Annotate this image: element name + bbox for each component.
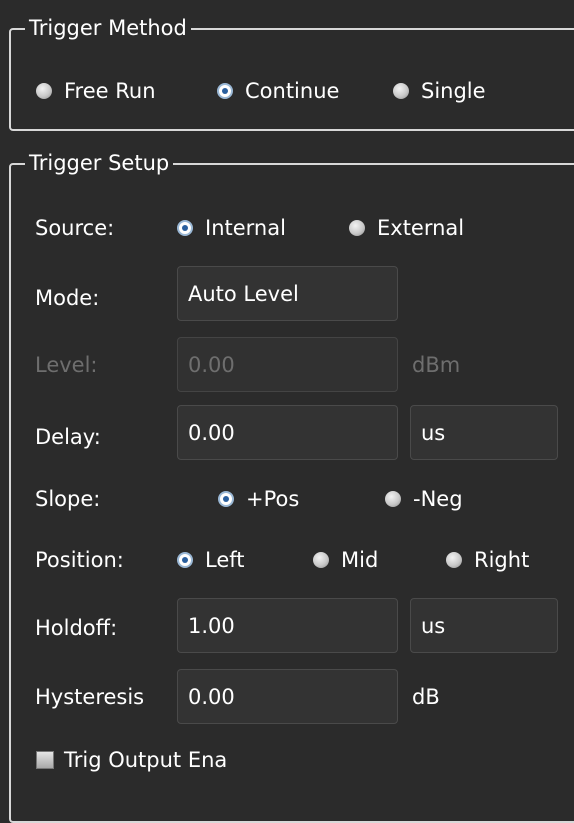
radio-indicator-icon — [446, 552, 462, 568]
radio-label: External — [377, 216, 465, 240]
trig-output-enable-checkbox[interactable]: Trig Output Ena — [36, 746, 261, 774]
radio-slope-pos[interactable]: +Pos — [218, 485, 299, 513]
trigger-method-title: Trigger Method — [25, 15, 191, 41]
radio-indicator-icon — [393, 83, 409, 99]
delay-unit-value: us — [421, 420, 446, 445]
holdoff-label: Holdoff: — [35, 616, 118, 640]
radio-indicator-icon — [349, 220, 365, 236]
radio-label: Left — [205, 548, 245, 572]
delay-value: 0.00 — [188, 420, 235, 445]
source-label: Source: — [35, 216, 115, 240]
radio-indicator-icon — [313, 552, 329, 568]
radio-label: Free Run — [64, 79, 156, 103]
mode-select[interactable]: Auto Level — [177, 266, 398, 321]
level-label: Level: — [35, 353, 98, 377]
hysteresis-value: 0.00 — [188, 684, 235, 709]
level-unit: dBm — [412, 353, 461, 377]
delay-label: Delay: — [35, 425, 101, 449]
radio-position-mid[interactable]: Mid — [313, 546, 378, 574]
holdoff-unit-value: us — [421, 613, 446, 638]
radio-selected-icon — [218, 491, 234, 507]
radio-label: Continue — [245, 79, 340, 103]
trig-output-label: Trig Output Ena — [64, 748, 228, 772]
level-input: 0.00 — [177, 337, 398, 392]
radio-label: Single — [421, 79, 486, 103]
radio-label: -Neg — [413, 487, 463, 511]
holdoff-unit-select[interactable]: us — [410, 598, 558, 653]
radio-position-right[interactable]: Right — [446, 546, 529, 574]
radio-selected-icon — [217, 83, 233, 99]
delay-input[interactable]: 0.00 — [177, 405, 398, 460]
hysteresis-label: Hysteresis — [35, 685, 145, 709]
level-value: 0.00 — [188, 352, 235, 377]
radio-single[interactable]: Single — [393, 77, 486, 105]
radio-indicator-icon — [36, 83, 52, 99]
trigger-setup-title: Trigger Setup — [25, 150, 174, 176]
checkbox-icon — [36, 751, 54, 769]
radio-indicator-icon — [385, 491, 401, 507]
radio-position-left[interactable]: Left — [177, 546, 245, 574]
slope-label: Slope: — [35, 487, 101, 511]
radio-label: Mid — [341, 548, 379, 572]
mode-value: Auto Level — [188, 281, 299, 306]
radio-continue[interactable]: Continue — [217, 77, 339, 105]
radio-selected-icon — [177, 552, 193, 568]
radio-source-external[interactable]: External — [349, 214, 464, 242]
holdoff-value: 1.00 — [188, 613, 235, 638]
delay-unit-select[interactable]: us — [410, 405, 558, 460]
radio-selected-icon — [177, 220, 193, 236]
radio-label: +Pos — [246, 487, 300, 511]
holdoff-input[interactable]: 1.00 — [177, 598, 398, 653]
radio-slope-neg[interactable]: -Neg — [385, 485, 463, 513]
hysteresis-unit: dB — [412, 685, 440, 709]
hysteresis-input[interactable]: 0.00 — [177, 669, 398, 724]
radio-free-run[interactable]: Free Run — [36, 77, 156, 105]
radio-source-internal[interactable]: Internal — [177, 214, 286, 242]
radio-label: Internal — [205, 216, 286, 240]
mode-label: Mode: — [35, 286, 100, 310]
position-label: Position: — [35, 548, 124, 572]
radio-label: Right — [474, 548, 530, 572]
